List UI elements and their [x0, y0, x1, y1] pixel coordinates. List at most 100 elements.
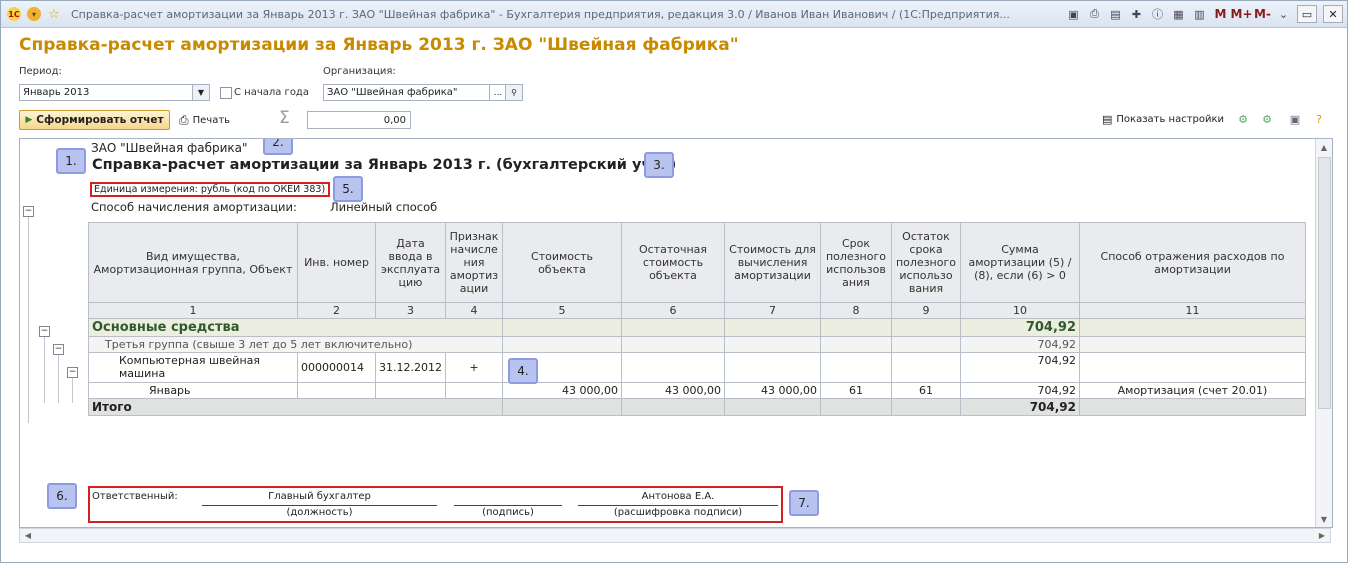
- show-settings-button[interactable]: ▤ Показать настройки: [1102, 113, 1224, 126]
- org-select[interactable]: ЗАО "Швейная фабрика" ... ⚲: [323, 84, 523, 101]
- column-header: Стоимость для вычисления амортизации: [724, 222, 821, 303]
- memory-m-minus-button[interactable]: M-: [1254, 7, 1271, 22]
- window-title: Справка-расчет амортизации за Январь 201…: [71, 7, 1011, 21]
- total-name: Итого: [88, 398, 503, 416]
- scroll-up-icon[interactable]: ▲: [1316, 140, 1332, 154]
- menu-dropdown-icon[interactable]: ▾: [27, 7, 41, 21]
- column-header: Вид имущества, Амортизационная группа, О…: [88, 222, 298, 303]
- column-number: 4: [445, 302, 503, 319]
- add-favorite-icon[interactable]: ✚: [1129, 7, 1144, 22]
- play-icon: ▶: [25, 115, 33, 125]
- load-settings-icon[interactable]: ⚙: [1235, 111, 1251, 127]
- scroll-right-icon[interactable]: ▶: [1315, 529, 1329, 542]
- generate-report-button[interactable]: ▶ Сформировать отчет: [19, 110, 170, 130]
- object-amount: 704,92: [960, 352, 1080, 383]
- options-icon[interactable]: ▣: [1287, 111, 1303, 127]
- from-start-checkbox[interactable]: [220, 87, 232, 99]
- chevron-down-icon[interactable]: ⌄: [1276, 7, 1291, 22]
- org-value: ЗАО "Швейная фабрика": [327, 87, 458, 98]
- collapse-toggle[interactable]: −: [23, 206, 34, 217]
- month-term: 61: [820, 382, 892, 399]
- scroll-left-icon[interactable]: ◀: [21, 529, 35, 542]
- favorite-star-icon[interactable]: ☆: [47, 7, 61, 22]
- table-row[interactable]: Основные средства 704,92: [88, 318, 1306, 337]
- save-icon[interactable]: ▣: [1066, 7, 1081, 22]
- object-inv: 000000014: [297, 352, 376, 383]
- printer-icon: ⎙: [179, 113, 189, 127]
- column-header: Срок полезного использов ания: [820, 222, 892, 303]
- name-caption: (расшифровка подписи): [613, 507, 743, 518]
- column-header: Дата ввода в эксплуата цию: [375, 222, 446, 303]
- sum-field[interactable]: 0,00: [307, 111, 411, 129]
- annotation-badge: 1.: [56, 148, 86, 174]
- search-icon[interactable]: ⚲: [505, 85, 522, 100]
- app-logo-icon[interactable]: 1С: [7, 7, 21, 21]
- chevron-down-icon[interactable]: ▼: [192, 85, 209, 100]
- memory-m-plus-button[interactable]: M+: [1231, 7, 1253, 22]
- group-amount: 704,92: [960, 318, 1080, 337]
- memory-m-button[interactable]: M: [1213, 7, 1228, 22]
- table-row[interactable]: Итого 704,92: [88, 398, 1306, 416]
- column-number: 7: [724, 302, 821, 319]
- sigma-icon: Σ: [279, 108, 290, 128]
- column-number: 1: [88, 302, 298, 319]
- period-select[interactable]: Январь 2013 ▼: [19, 84, 210, 101]
- save-settings-icon[interactable]: ⚙: [1259, 111, 1275, 127]
- subgroup-amount: 704,92: [960, 336, 1080, 353]
- unit-of-measure: Единица измерения: рубль (код по ОКЕИ 38…: [90, 182, 330, 197]
- column-number: 8: [820, 302, 892, 319]
- show-settings-label: Показать настройки: [1116, 114, 1225, 125]
- table-row[interactable]: Третья группа (свыше 3 лет до 5 лет вклю…: [88, 336, 1306, 353]
- report-spreadsheet[interactable]: − − − − ЗАО "Швейная фабрика" Справка-ра…: [19, 138, 1333, 528]
- group-name: Основные средства: [88, 318, 503, 337]
- column-header: Стоимость объекта: [502, 222, 622, 303]
- column-header: Остаток срока полезного использо вания: [891, 222, 961, 303]
- horizontal-scrollbar[interactable]: ◀ ▶: [19, 528, 1331, 543]
- print-button[interactable]: ⎙ Печать: [179, 113, 230, 128]
- collapse-toggle[interactable]: −: [67, 367, 78, 378]
- title-bar: 1С ▾ ☆ Справка-расчет амортизации за Янв…: [1, 1, 1347, 28]
- print-icon[interactable]: ⎙: [1087, 7, 1102, 22]
- column-number: 3: [375, 302, 446, 319]
- column-number: 2: [297, 302, 376, 319]
- calendar-icon[interactable]: ▥: [1192, 7, 1207, 22]
- form-title: Справка-расчет амортизации за Январь 201…: [19, 35, 739, 55]
- collapse-toggle[interactable]: −: [39, 326, 50, 337]
- annotation-badge: 2.: [263, 139, 293, 155]
- annotation-badge: 5.: [333, 176, 363, 202]
- scroll-thumb[interactable]: [1318, 157, 1331, 409]
- preview-icon[interactable]: ▤: [1108, 7, 1123, 22]
- column-header: Сумма амортизации (5) / (8), если (6) > …: [960, 222, 1080, 303]
- column-number: 11: [1079, 302, 1306, 319]
- annotation-badge: 6.: [47, 483, 77, 509]
- table-row[interactable]: Январь 43 000,00 43 000,00 43 000,00 61 …: [88, 382, 1306, 399]
- info-icon[interactable]: ⓘ: [1150, 7, 1165, 22]
- column-number: 9: [891, 302, 961, 319]
- month-amount: 704,92: [960, 382, 1080, 399]
- close-button[interactable]: ✕: [1323, 5, 1343, 23]
- method-label: Способ начисления амортизации:: [91, 200, 297, 214]
- position-caption: (должность): [286, 507, 353, 518]
- month-cost: 43 000,00: [502, 382, 622, 399]
- org-choose-button[interactable]: ...: [489, 85, 506, 100]
- annotation-badge: 7.: [789, 490, 819, 516]
- from-start-label: С начала года: [234, 87, 309, 98]
- org-label: Организация:: [323, 66, 396, 77]
- calculator-icon[interactable]: ▦: [1171, 7, 1186, 22]
- minimize-button[interactable]: ▭: [1297, 5, 1317, 23]
- column-number: 5: [502, 302, 622, 319]
- vertical-scrollbar[interactable]: ▲ ▼: [1315, 139, 1332, 527]
- help-icon[interactable]: ?: [1311, 111, 1327, 127]
- table-row[interactable]: Компьютерная швейная машина 000000014 31…: [88, 352, 1306, 383]
- responsible-label: Ответственный:: [92, 491, 178, 502]
- collapse-toggle[interactable]: −: [53, 344, 64, 355]
- annotation-badge: 4.: [508, 358, 538, 384]
- month-residual: 43 000,00: [621, 382, 725, 399]
- scroll-down-icon[interactable]: ▼: [1316, 512, 1332, 526]
- column-header: Остаточная стоимость объекта: [621, 222, 725, 303]
- month-expense: Амортизация (счет 20.01): [1079, 382, 1306, 399]
- report-title: Справка-расчет амортизации за Январь 201…: [92, 157, 677, 173]
- sign-caption: (подпись): [482, 507, 534, 518]
- month-name: Январь: [88, 382, 298, 399]
- report-org: ЗАО "Швейная фабрика": [91, 141, 248, 155]
